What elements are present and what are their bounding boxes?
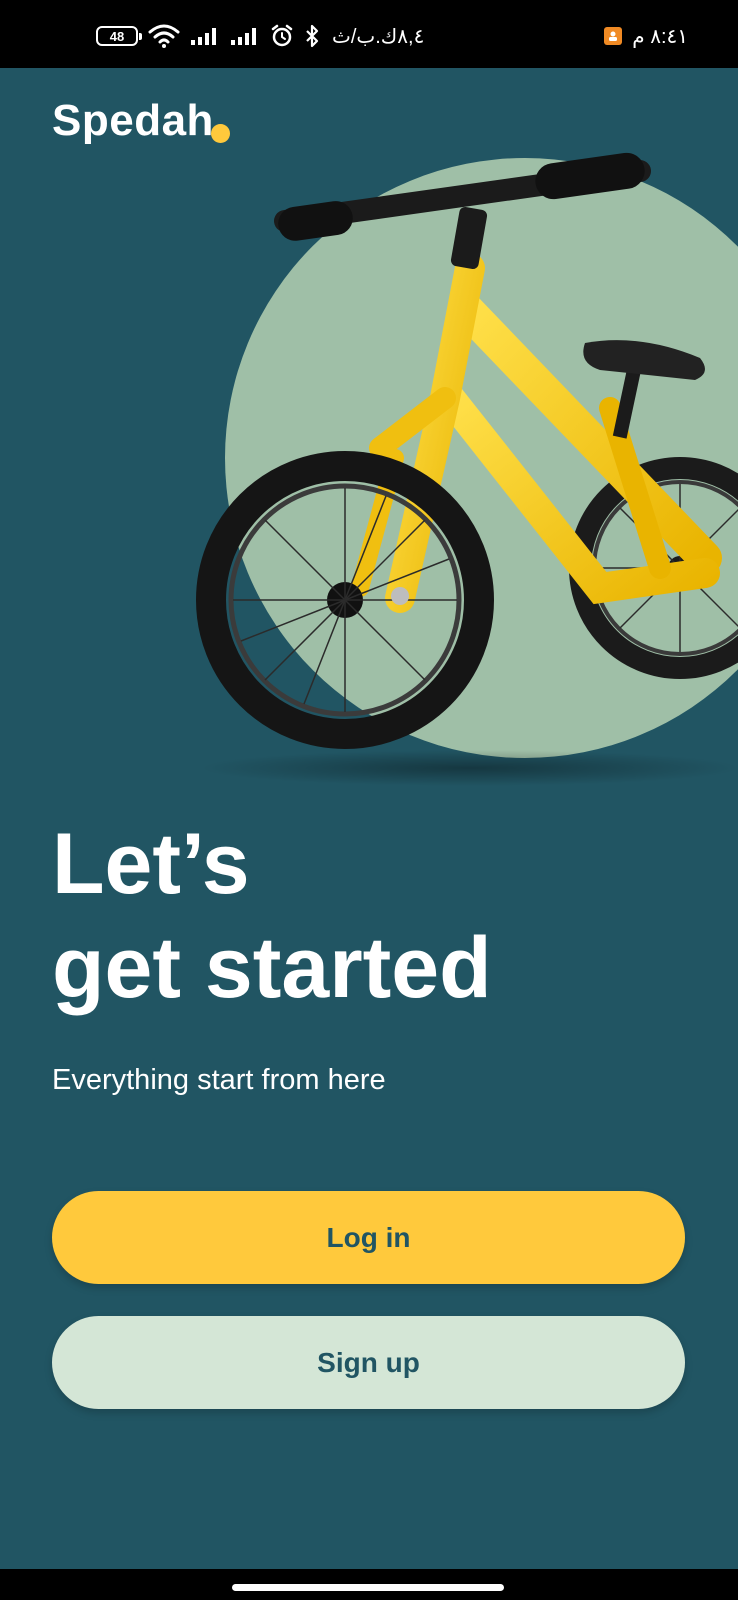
battery-level: 48 bbox=[109, 28, 125, 44]
headline-line-1: Let’s bbox=[52, 816, 250, 912]
hero-image bbox=[0, 68, 738, 828]
bluetooth-icon bbox=[304, 24, 320, 48]
balance-bike-illustration bbox=[196, 152, 738, 786]
front-wheel bbox=[196, 451, 494, 749]
wifi-icon bbox=[148, 24, 180, 48]
status-bar: 48 ٨,٤ك.ب/ث ٨:٤١ م bbox=[0, 0, 738, 68]
alarm-icon bbox=[270, 24, 294, 48]
brand-logo: Spedah bbox=[52, 96, 214, 145]
notification-icon bbox=[604, 27, 623, 45]
signal-icon bbox=[190, 26, 220, 46]
battery-icon: 48 bbox=[96, 26, 142, 46]
status-clock: ٨,٤ك.ب/ث bbox=[332, 25, 425, 48]
signup-button[interactable]: Sign up bbox=[52, 1316, 685, 1409]
status-right: ٨:٤١ م bbox=[604, 22, 688, 50]
brand-dot-icon bbox=[211, 124, 230, 143]
headline-line-2: get started bbox=[52, 920, 492, 1016]
login-button[interactable]: Log in bbox=[52, 1191, 685, 1284]
clock: ٨:٤١ م bbox=[632, 25, 688, 48]
signal-icon-2 bbox=[230, 26, 260, 46]
page-title: Let’s get started bbox=[52, 812, 492, 1020]
subtitle: Everything start from here bbox=[52, 1064, 386, 1096]
status-icons: 48 ٨,٤ك.ب/ث bbox=[96, 22, 424, 50]
home-indicator[interactable] bbox=[232, 1584, 504, 1591]
